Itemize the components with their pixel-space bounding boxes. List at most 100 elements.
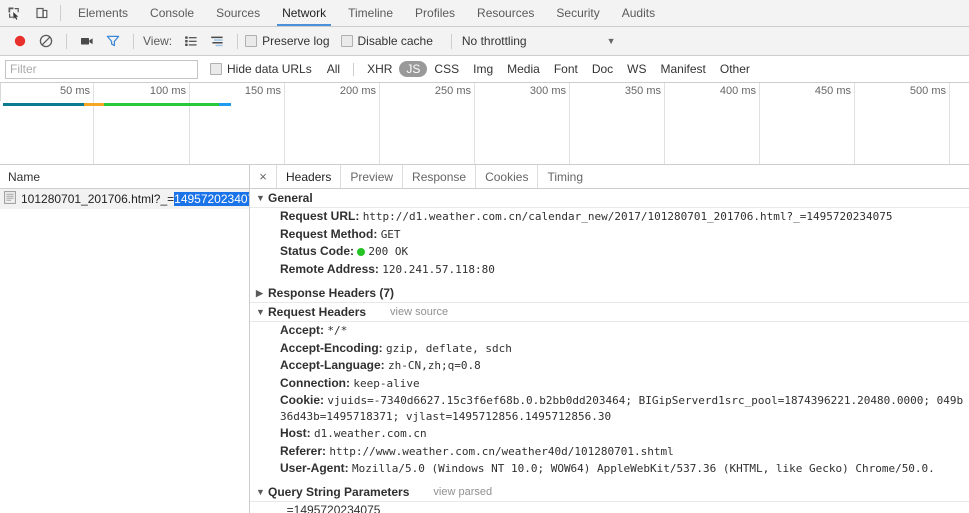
header-key: Referer: xyxy=(280,444,326,458)
header-value: gzip, deflate, sdch xyxy=(386,342,512,355)
tab-timing[interactable]: Timing xyxy=(537,165,592,188)
header-cookie: Cookie: vjuids=-7340d6627.15c3f6ef68b.0.… xyxy=(250,392,969,425)
header-key: Host: xyxy=(280,426,311,440)
tab-profiles[interactable]: Profiles xyxy=(404,0,466,26)
section-request-headers-title: Request Headers xyxy=(268,305,366,319)
status-code-key: Status Code: xyxy=(280,244,354,258)
request-list-header[interactable]: Name xyxy=(0,165,249,189)
toggle-device-toolbar-icon[interactable] xyxy=(28,0,56,26)
preserve-log-checkbox[interactable]: Preserve log xyxy=(245,34,329,48)
filter-type-other[interactable]: Other xyxy=(713,61,757,77)
filter-type-label: Img xyxy=(473,62,493,76)
filter-type-label: JS xyxy=(406,62,420,76)
toolbar-separator-2 xyxy=(133,34,134,49)
overview-segment-tail xyxy=(219,103,231,106)
header-accept-encoding: Accept-Encoding: gzip, deflate, sdch xyxy=(250,340,969,358)
timeline-tick-label: 300 ms xyxy=(530,85,566,97)
tab-preview[interactable]: Preview xyxy=(340,165,402,188)
headers-content: ▼ General Request URL: http://d1.weather… xyxy=(250,189,969,513)
camera-icon[interactable] xyxy=(74,28,100,54)
filter-type-img[interactable]: Img xyxy=(466,61,500,77)
timeline-overview[interactable]: 50 ms 100 ms 150 ms 200 ms 250 ms 300 ms… xyxy=(0,83,969,165)
chevron-right-icon: ▶ xyxy=(256,288,267,299)
filter-type-all[interactable]: All xyxy=(320,61,347,77)
devtools-tabbar: Elements Console Sources Network Timelin… xyxy=(0,0,969,27)
tab-response[interactable]: Response xyxy=(402,165,475,188)
header-value: d1.weather.com.cn xyxy=(314,427,427,440)
document-icon xyxy=(4,191,16,207)
view-label: View: xyxy=(143,34,172,48)
section-general[interactable]: ▼ General xyxy=(250,189,969,208)
tab-cookies[interactable]: Cookies xyxy=(475,165,537,188)
tab-headers[interactable]: Headers xyxy=(276,165,340,188)
general-request-method: Request Method: GET xyxy=(250,226,969,244)
tab-timeline[interactable]: Timeline xyxy=(337,0,404,26)
table-row[interactable]: 101280701_201706.html?_=1495720234075 xyxy=(0,189,249,209)
hide-data-urls-checkbox[interactable]: Hide data URLs xyxy=(210,62,312,76)
header-key: Connection: xyxy=(280,376,350,390)
disable-cache-checkbox[interactable]: Disable cache xyxy=(341,34,433,48)
list-view-icon[interactable] xyxy=(178,28,204,54)
tab-sources[interactable]: Sources xyxy=(205,0,271,26)
filter-type-xhr[interactable]: XHR xyxy=(360,61,399,77)
filter-type-font[interactable]: Font xyxy=(547,61,585,77)
filter-type-label: Media xyxy=(507,62,540,76)
filter-bar: Hide data URLs All XHR JS CSS Img Media … xyxy=(0,56,969,83)
view-source-link[interactable]: view source xyxy=(390,306,448,318)
filter-type-doc[interactable]: Doc xyxy=(585,61,620,77)
remote-address-key: Remote Address: xyxy=(280,262,379,276)
waterfall-view-icon[interactable] xyxy=(204,28,230,54)
tab-security[interactable]: Security xyxy=(545,0,610,26)
query-param-row: _=1495720234075 xyxy=(250,502,969,513)
overview-segment-dom-content-loaded xyxy=(3,103,84,106)
checkbox-box xyxy=(341,35,353,47)
header-value: keep-alive xyxy=(353,377,419,390)
request-list-pane: Name 101280701_201706.html?_=14957202340… xyxy=(0,165,250,513)
status-badge xyxy=(357,248,365,256)
section-query-string-parameters[interactable]: ▼ Query String Parameters view parsed xyxy=(250,483,969,502)
status-code-value: 200 OK xyxy=(368,245,408,258)
tab-audits[interactable]: Audits xyxy=(611,0,666,26)
section-response-headers-title: Response Headers (7) xyxy=(268,286,394,300)
timeline-tick: 200 ms xyxy=(379,83,380,165)
filter-type-label: XHR xyxy=(367,62,392,76)
request-method-value: GET xyxy=(381,228,401,241)
tab-label: Resources xyxy=(477,6,534,20)
filter-type-media[interactable]: Media xyxy=(500,61,547,77)
tab-console[interactable]: Console xyxy=(139,0,205,26)
filter-type-css[interactable]: CSS xyxy=(427,61,466,77)
filter-type-js[interactable]: JS xyxy=(399,61,427,77)
timeline-tick-label: 350 ms xyxy=(625,85,661,97)
request-name-prefix: 101280701_201706.html?_= xyxy=(21,192,174,206)
filter-type-manifest[interactable]: Manifest xyxy=(654,61,713,77)
filter-input[interactable] xyxy=(5,60,198,79)
timeline-tick: 450 ms xyxy=(854,83,855,165)
header-value: */* xyxy=(327,324,347,337)
section-request-headers[interactable]: ▼ Request Headers view source xyxy=(250,303,969,322)
filter-type-ws[interactable]: WS xyxy=(620,61,653,77)
record-button-icon[interactable] xyxy=(7,28,33,54)
detail-tab-label: Timing xyxy=(547,170,583,184)
throttling-dropdown[interactable]: No throttling ▼ xyxy=(459,34,616,48)
tab-elements[interactable]: Elements xyxy=(67,0,139,26)
tab-resources[interactable]: Resources xyxy=(466,0,545,26)
toolbar-separator-4 xyxy=(451,34,452,49)
tab-label: Console xyxy=(150,6,194,20)
clear-icon[interactable] xyxy=(33,28,59,54)
close-icon[interactable]: × xyxy=(250,165,276,188)
tab-network[interactable]: Network xyxy=(271,0,337,26)
view-parsed-link[interactable]: view parsed xyxy=(433,486,492,498)
section-response-headers[interactable]: ▶ Response Headers (7) xyxy=(250,284,969,303)
filter-separator xyxy=(353,63,354,76)
header-value: http://www.weather.com.cn/weather40d/101… xyxy=(329,445,673,458)
timeline-tick-label: 200 ms xyxy=(340,85,376,97)
funnel-icon[interactable] xyxy=(100,28,126,54)
filter-type-label: Manifest xyxy=(661,62,706,76)
header-key: Accept-Language: xyxy=(280,358,385,372)
inspect-element-icon[interactable] xyxy=(0,0,28,26)
devtools-window: Elements Console Sources Network Timelin… xyxy=(0,0,969,513)
chevron-down-icon: ▼ xyxy=(256,193,267,203)
column-header-name: Name xyxy=(8,170,40,184)
checkbox-box xyxy=(245,35,257,47)
timeline-tick-label: 400 ms xyxy=(720,85,756,97)
